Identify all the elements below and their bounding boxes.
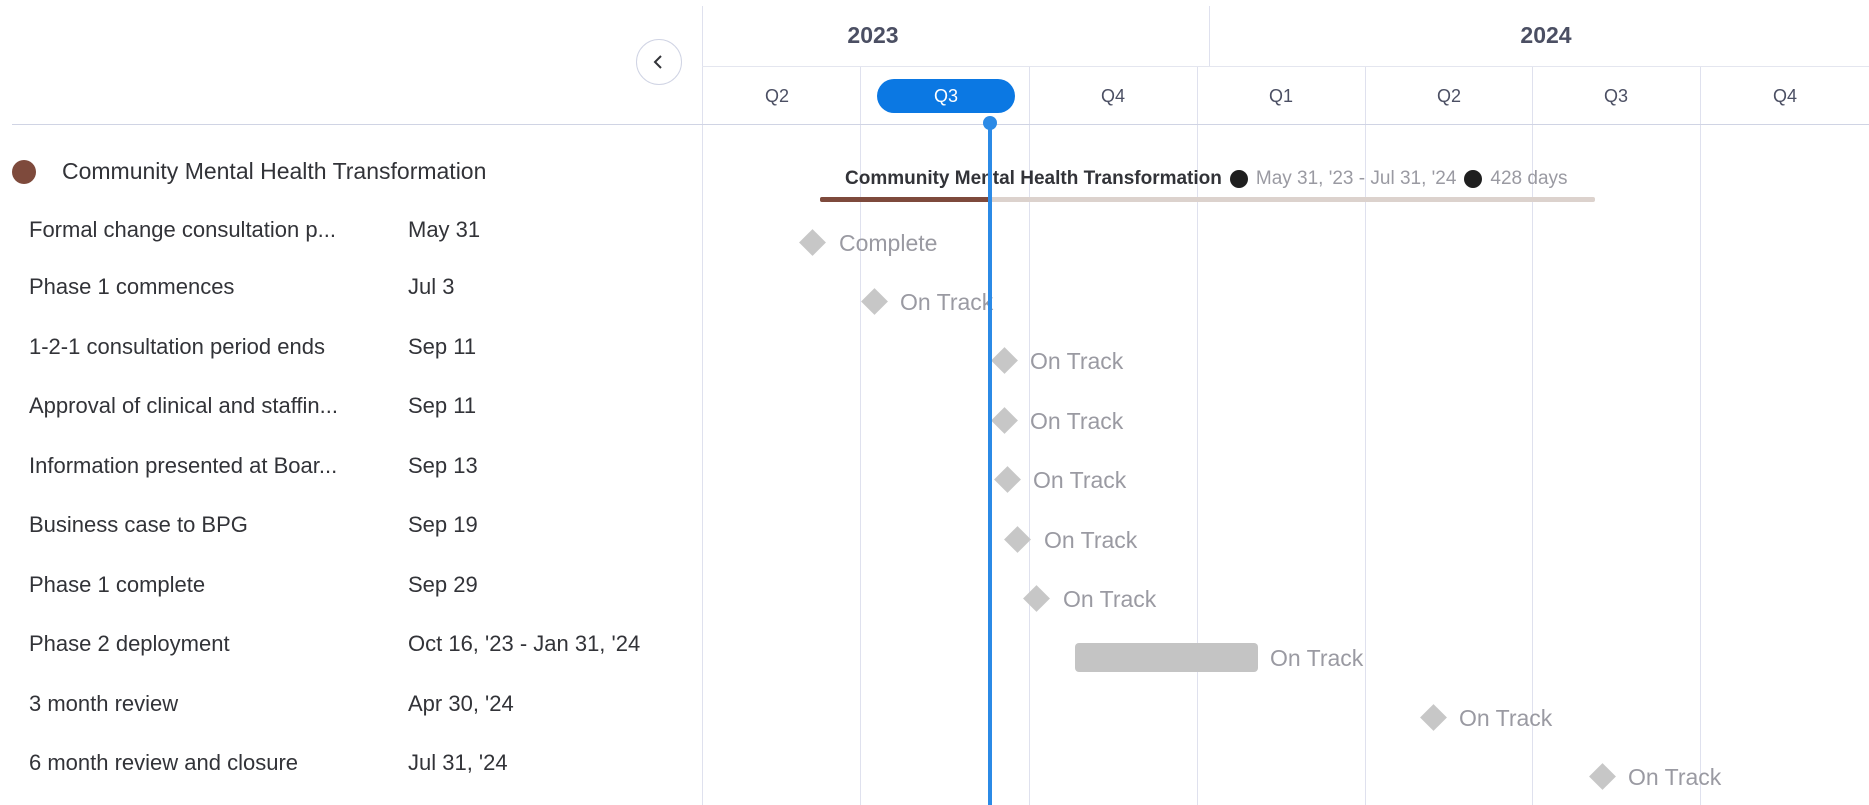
- item-date: May 31: [408, 217, 481, 242]
- list-item[interactable]: 3 month review Apr 30, '24: [0, 674, 702, 733]
- group-summary-progress: [820, 197, 990, 202]
- item-name[interactable]: Approval of clinical and staffin...: [29, 376, 338, 435]
- item-name[interactable]: Information presented at Boar...: [29, 436, 337, 495]
- diamond-icon[interactable]: [991, 407, 1018, 434]
- timeline-bar[interactable]: [1075, 643, 1258, 672]
- summary-range: May 31, '23 - Jul 31, '24: [1255, 168, 1457, 189]
- diamond-icon[interactable]: [1023, 585, 1050, 612]
- list-item[interactable]: Business case to BPG Sep 19: [0, 495, 702, 554]
- group-title[interactable]: Community Mental Health Transformation: [62, 158, 486, 185]
- grid-line: [702, 6, 703, 805]
- status-label: On Track: [900, 289, 994, 315]
- item-name[interactable]: 1-2-1 consultation period ends: [29, 317, 325, 376]
- item-name[interactable]: Business case to BPG: [29, 495, 248, 554]
- item-name[interactable]: Phase 1 commences: [29, 257, 234, 316]
- item-date: Sep 11: [408, 393, 477, 418]
- item-name[interactable]: Phase 1 complete: [29, 555, 205, 614]
- item-date: Sep 19: [408, 512, 478, 537]
- status-label: On Track: [1628, 764, 1722, 790]
- item-date: Sep 13: [408, 453, 478, 478]
- year-row-divider: [702, 66, 1869, 67]
- quarter-label[interactable]: Q4: [1101, 86, 1125, 107]
- list-item[interactable]: Phase 1 complete Sep 29: [0, 555, 702, 614]
- quarter-label[interactable]: Q1: [1269, 86, 1293, 107]
- today-marker-dot: [983, 116, 997, 130]
- year-label: 2023: [847, 22, 899, 48]
- item-date: Oct 16, '23 - Jan 31, '24: [408, 631, 641, 656]
- list-item[interactable]: Formal change consultation p... May 31: [0, 200, 702, 259]
- list-item[interactable]: Information presented at Boar... Sep 13: [0, 436, 702, 495]
- item-name[interactable]: 3 month review: [29, 674, 178, 733]
- separator-dot: [1229, 170, 1248, 188]
- year-label: 2024: [1520, 22, 1572, 48]
- item-date: Sep 11: [408, 334, 477, 359]
- group-summary-label: Community Mental Health Transformation M…: [845, 168, 1568, 190]
- diamond-icon[interactable]: [1420, 704, 1447, 731]
- separator-dot: [1464, 170, 1483, 188]
- quarter-label-active[interactable]: Q3: [877, 79, 1015, 113]
- status-label: Complete: [839, 230, 938, 256]
- quarter-label[interactable]: Q2: [765, 86, 789, 107]
- grid-line: [1700, 66, 1701, 805]
- list-item[interactable]: Phase 1 commences Jul 3: [0, 257, 702, 316]
- diamond-icon[interactable]: [799, 229, 826, 256]
- item-name[interactable]: Phase 2 deployment: [29, 614, 230, 673]
- today-marker-line: [988, 122, 992, 805]
- status-label: On Track: [1030, 348, 1124, 374]
- list-item[interactable]: Approval of clinical and staffin... Sep …: [0, 376, 702, 435]
- diamond-icon[interactable]: [861, 288, 888, 315]
- diamond-icon[interactable]: [1004, 526, 1031, 553]
- quarter-label[interactable]: Q3: [1604, 86, 1628, 107]
- diamond-icon[interactable]: [994, 466, 1021, 493]
- status-label: On Track: [1044, 527, 1138, 553]
- list-item[interactable]: 6 month review and closure Jul 31, '24: [0, 733, 702, 792]
- year-separator: [1209, 6, 1210, 66]
- item-date: Jul 3: [408, 274, 455, 299]
- diamond-icon[interactable]: [1589, 763, 1616, 790]
- status-label: On Track: [1270, 645, 1364, 671]
- list-item[interactable]: Phase 2 deployment Oct 16, '23 - Jan 31,…: [0, 614, 702, 673]
- status-label: On Track: [1030, 408, 1124, 434]
- status-label: On Track: [1033, 467, 1127, 493]
- diamond-icon[interactable]: [991, 347, 1018, 374]
- item-date: Apr 30, '24: [408, 691, 514, 716]
- item-date: Sep 29: [408, 572, 478, 597]
- quarter-label[interactable]: Q2: [1437, 86, 1461, 107]
- list-item[interactable]: 1-2-1 consultation period ends Sep 11: [0, 317, 702, 376]
- quarter-label[interactable]: Q4: [1773, 86, 1797, 107]
- item-date: Jul 31, '24: [408, 750, 508, 775]
- item-name[interactable]: 6 month review and closure: [29, 733, 298, 792]
- summary-duration: 428 days: [1490, 168, 1568, 189]
- header-divider: [12, 124, 1869, 125]
- item-list-panel: Community Mental Health Transformation F…: [0, 0, 702, 805]
- collapse-panel-button[interactable]: [636, 39, 682, 85]
- group-color-dot: [12, 160, 36, 184]
- chevron-left-icon: [653, 55, 662, 69]
- status-label: On Track: [1063, 586, 1157, 612]
- item-name[interactable]: Formal change consultation p...: [29, 200, 336, 259]
- summary-name: Community Mental Health Transformation: [845, 168, 1222, 189]
- status-label: On Track: [1459, 705, 1553, 731]
